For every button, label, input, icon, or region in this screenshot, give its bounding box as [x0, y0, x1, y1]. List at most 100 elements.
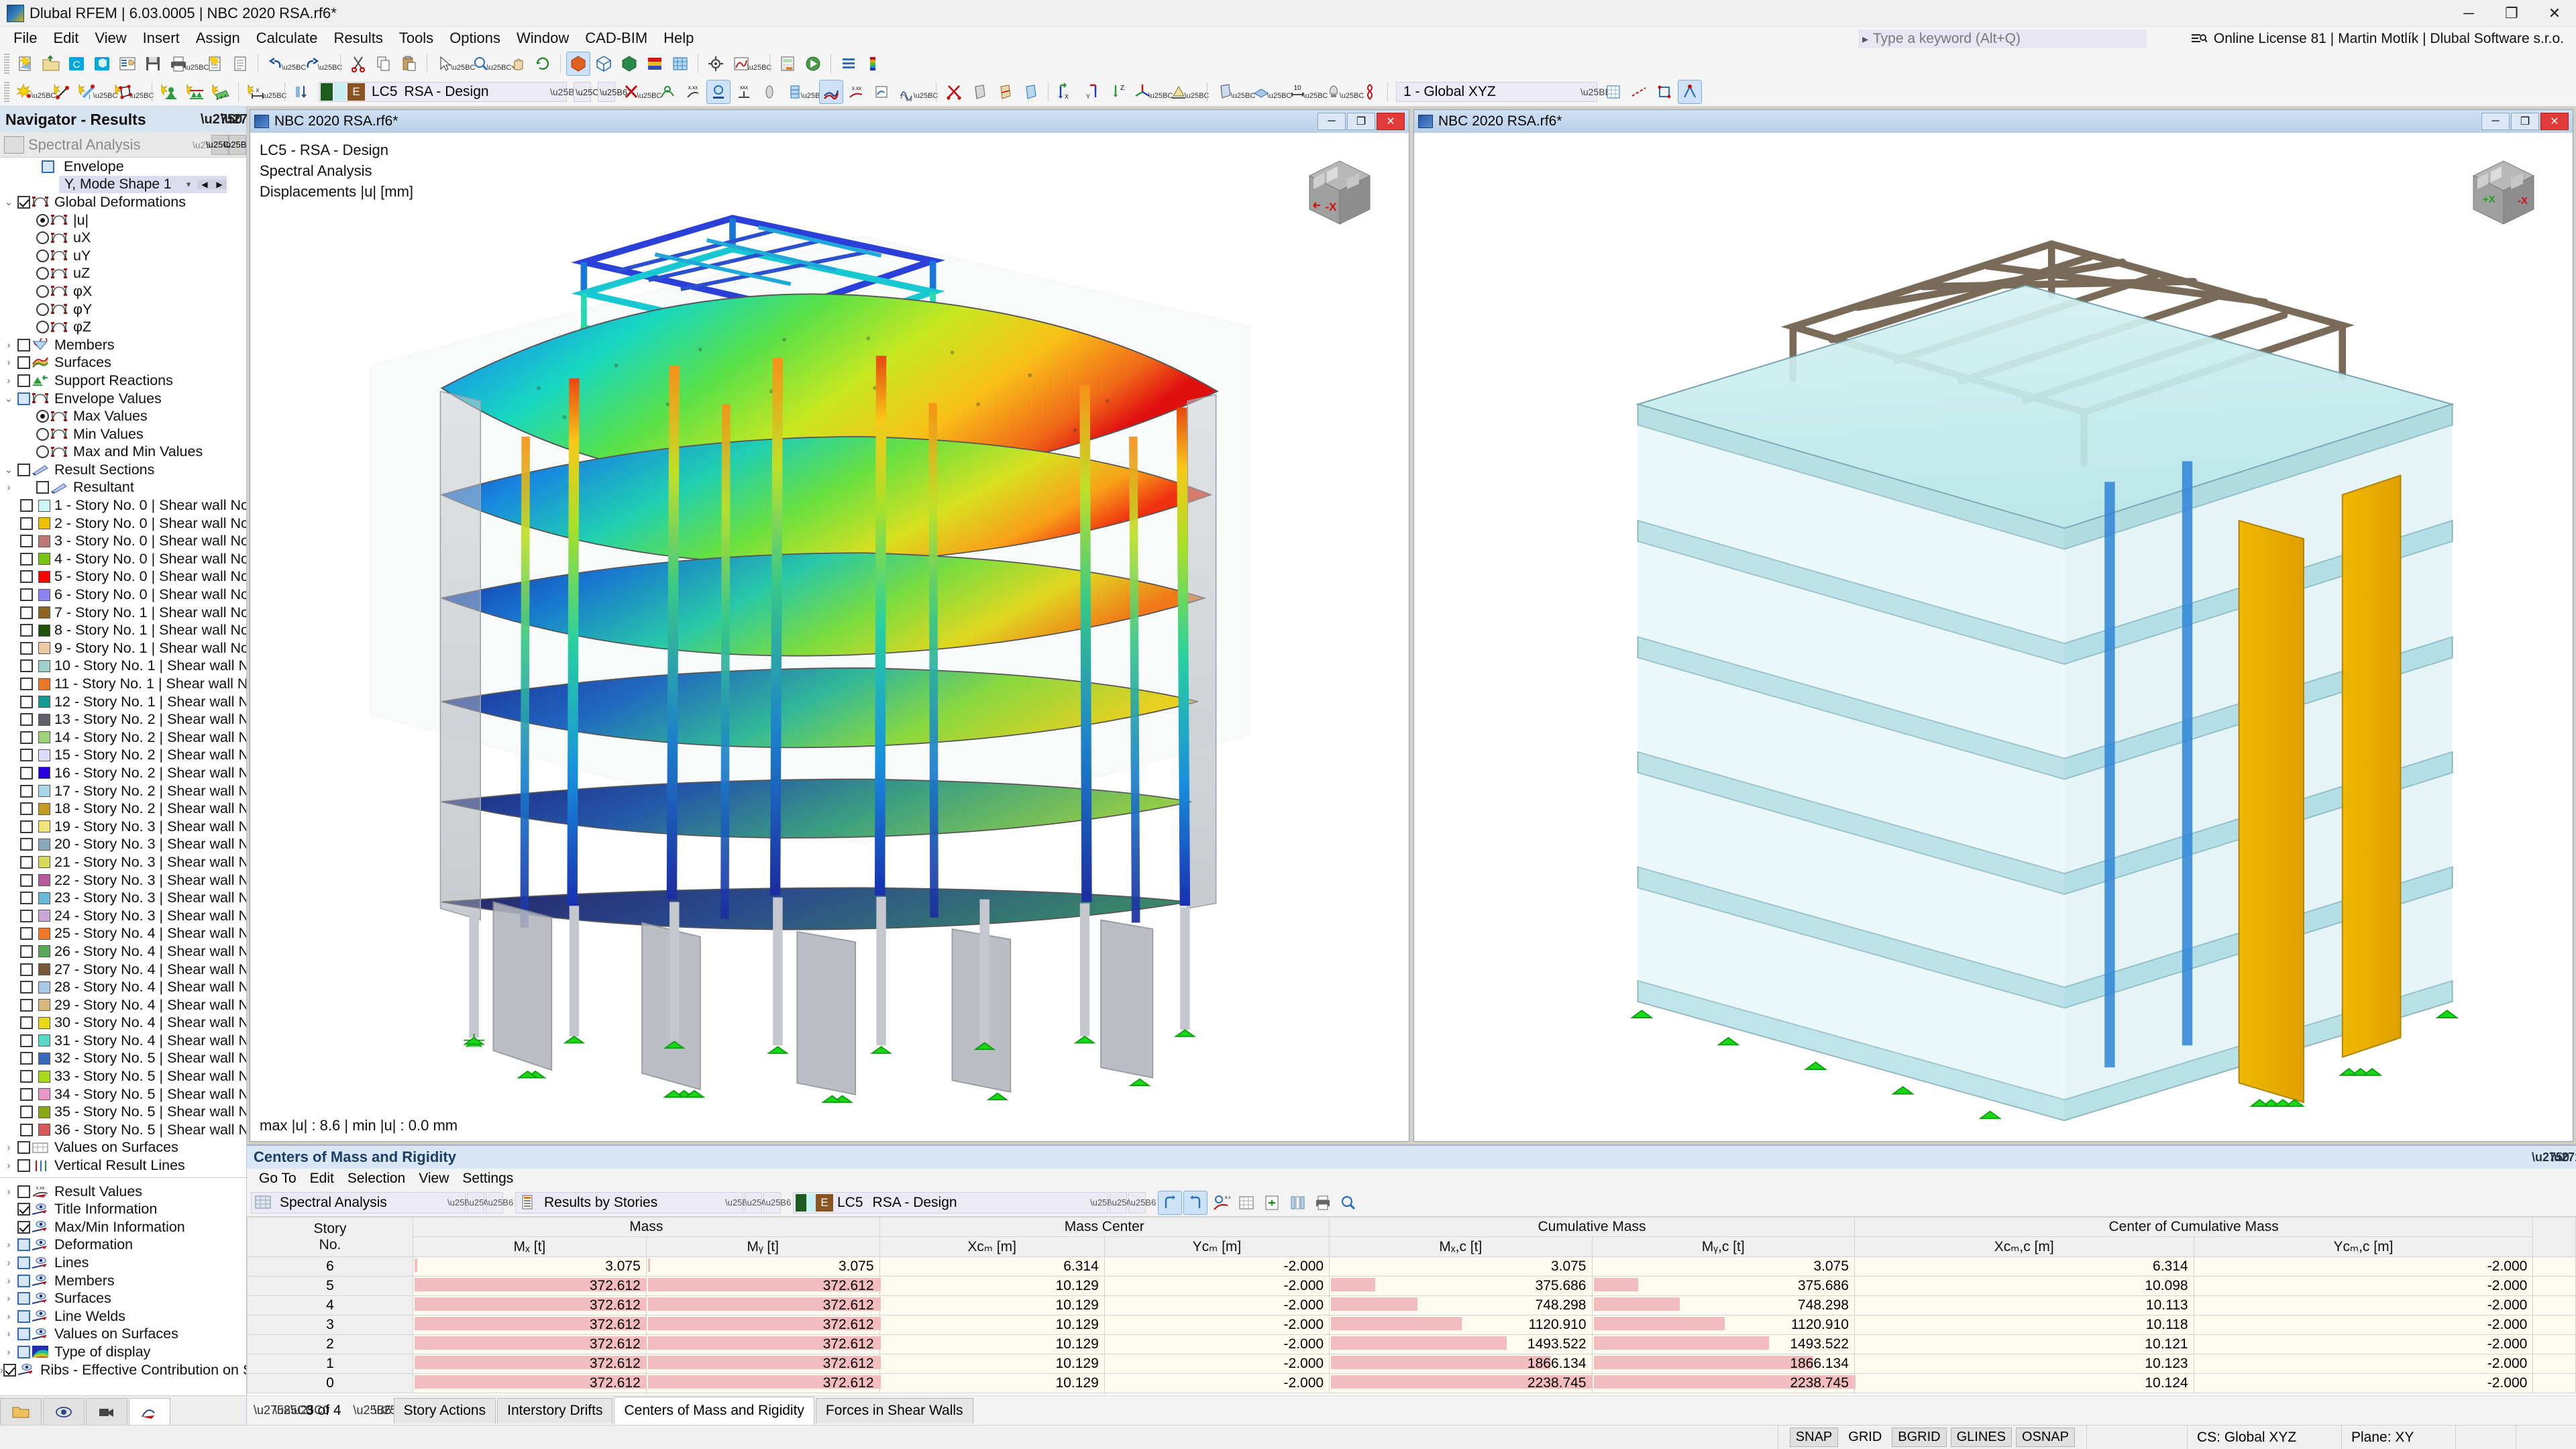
- deformation-scale-icon[interactable]: [819, 80, 843, 104]
- tree-checkbox[interactable]: [20, 855, 33, 869]
- tree-checkbox[interactable]: [17, 1159, 30, 1173]
- result-section-row[interactable]: 5 - Story No. 0 | Shear wall No. 7: [0, 568, 246, 586]
- new-line-icon[interactable]: [50, 80, 74, 104]
- results-dropdown-caret[interactable]: \u25BC: [747, 52, 772, 76]
- view-z-icon[interactable]: Z: [1105, 80, 1129, 104]
- scale-caret[interactable]: \u25BC: [1303, 80, 1328, 104]
- results-table-scroll[interactable]: Story No. Mass Mass Center Cumulative Mass Ce…: [247, 1217, 2576, 1395]
- menu-item-assign[interactable]: Assign: [188, 27, 248, 50]
- result-section-row[interactable]: 21 - Story No. 3 | Shear wall No. 26: [0, 853, 246, 871]
- tree-checkbox[interactable]: [20, 892, 33, 905]
- tree-checkbox[interactable]: [20, 784, 33, 798]
- tree-checkbox[interactable]: [17, 1309, 30, 1323]
- tree-radio[interactable]: [36, 427, 49, 441]
- table-menu-edit[interactable]: Edit: [303, 1171, 341, 1187]
- stories-results-caret[interactable]: \u25BC: [801, 80, 826, 104]
- result-section-row[interactable]: 25 - Story No. 4 | Shear wall No. 31: [0, 925, 246, 943]
- chevron-right-icon[interactable]: ›: [0, 482, 17, 493]
- tree-checkbox[interactable]: [20, 945, 33, 958]
- result-section-row[interactable]: 17 - Story No. 2 | Shear wall No. 21: [0, 782, 246, 800]
- tree-row-max-min-information[interactable]: Max/Min Information: [0, 1218, 246, 1236]
- view-orientation-cube-left[interactable]: -X: [1289, 149, 1390, 243]
- tree-row--u-[interactable]: |u|: [0, 211, 246, 229]
- result-section-row[interactable]: 29 - Story No. 4 | Shear wall No. 35: [0, 996, 246, 1014]
- chevron-right-icon[interactable]: ›: [0, 1275, 17, 1287]
- table-lc-caret[interactable]: \u25BE: [1090, 1197, 1119, 1208]
- load-case-icon[interactable]: [290, 80, 315, 104]
- calculate-icon[interactable]: [775, 52, 800, 76]
- table-show-values-icon[interactable]: x.xx: [1209, 1191, 1233, 1215]
- solid-view-caret[interactable]: \u25BC: [1231, 80, 1256, 104]
- result-section-row[interactable]: 8 - Story No. 1 | Shear wall No. 11: [0, 621, 246, 639]
- result-section-row[interactable]: 3 - Story No. 0 | Shear wall No. 4: [0, 532, 246, 550]
- viewport-right-restore[interactable]: ❐: [2511, 113, 2539, 130]
- toolbar-gripper[interactable]: [4, 82, 9, 102]
- result-section-row[interactable]: 19 - Story No. 3 | Shear wall No. 24: [0, 818, 246, 836]
- table-results-caret[interactable]: \u25BE: [725, 1197, 754, 1208]
- calculate-all-icon[interactable]: [801, 52, 825, 76]
- coordinate-system-combo[interactable]: 1 - Global XYZ \u25BE: [1396, 82, 1611, 102]
- line-support-icon[interactable]: [183, 80, 207, 104]
- chevron-right-icon[interactable]: ›: [0, 1160, 17, 1171]
- tree-row-max-and-min-values[interactable]: Max and Min Values: [0, 443, 246, 462]
- tree-checkbox[interactable]: [20, 981, 33, 994]
- rsection-icon[interactable]: [90, 52, 114, 76]
- result-section-row[interactable]: 11 - Story No. 1 | Shear wall No. 14: [0, 675, 246, 693]
- print-dropdown-caret[interactable]: \u25BC: [184, 52, 209, 76]
- load-case-combo[interactable]: E LC5 RSA - Design \u25BE: [319, 82, 581, 102]
- view-y-icon[interactable]: Y: [1079, 80, 1104, 104]
- object-snap-icon[interactable]: [1652, 80, 1676, 104]
- tree-checkbox[interactable]: [20, 766, 33, 780]
- surface-results-icon[interactable]: [706, 80, 731, 104]
- tree-row-values-on-surfaces[interactable]: › Values on Surfaces: [0, 1139, 246, 1157]
- load-case-prev-button[interactable]: \u25C0: [574, 82, 604, 102]
- coordinate-system-caret[interactable]: \u25BE: [1580, 87, 1611, 97]
- chevron-right-icon[interactable]: ›: [0, 1346, 17, 1358]
- tree-radio[interactable]: [36, 303, 49, 316]
- tree-row-envelope-values[interactable]: ⌄ Envelope Values: [0, 390, 246, 408]
- maximize-button[interactable]: ❐: [2490, 0, 2533, 27]
- viewport-left-minimize[interactable]: ─: [1318, 113, 1346, 130]
- result-section-row[interactable]: 34 - Story No. 5 | Shear wall No. 41: [0, 1085, 246, 1104]
- result-section-row[interactable]: 18 - Story No. 2 | Shear wall No. 22: [0, 800, 246, 818]
- chevron-right-icon[interactable]: ›: [0, 1142, 17, 1153]
- snap-enabled-icon[interactable]: [1678, 80, 1702, 104]
- menu-item-cad-bim[interactable]: CAD-BIM: [577, 27, 655, 50]
- new-printout-report-icon[interactable]: [203, 52, 227, 76]
- table-menu-view[interactable]: View: [412, 1171, 455, 1187]
- result-section-row[interactable]: 2 - Story No. 0 | Shear wall No. 2: [0, 515, 246, 533]
- navigator-float-icon[interactable]: \u2750: [201, 112, 242, 127]
- model-vibration-icon[interactable]: [1358, 80, 1382, 104]
- result-section-row[interactable]: 22 - Story No. 3 | Shear wall No. 27: [0, 871, 246, 890]
- tree-row-surfaces[interactable]: › Surfaces: [0, 354, 246, 372]
- tree-row-lines[interactable]: › Lines: [0, 1254, 246, 1272]
- tree-checkbox[interactable]: [20, 1106, 33, 1119]
- table-filter-left-icon[interactable]: [1158, 1190, 1182, 1215]
- result-section-row[interactable]: 36 - Story No. 5 | Shear wall No. 43: [0, 1121, 246, 1139]
- tree-checkbox[interactable]: [20, 1070, 33, 1083]
- tree-radio[interactable]: [36, 249, 49, 262]
- tree-row-vertical-result-lines[interactable]: › Vertical Result Lines: [0, 1157, 246, 1175]
- tree-checkbox[interactable]: [20, 624, 33, 637]
- copy-icon[interactable]: [372, 52, 396, 76]
- tree-checkbox[interactable]: [20, 678, 33, 691]
- flat-view-caret[interactable]: \u25BC: [1267, 80, 1292, 104]
- viewport-left-close[interactable]: ✕: [1377, 113, 1405, 130]
- navigator-analysis-combo[interactable]: Spectral Analysis \u25BE \u25C0 \u25B6: [0, 132, 252, 158]
- tree-checkbox[interactable]: [17, 1141, 30, 1155]
- view-x-icon[interactable]: X: [1054, 80, 1078, 104]
- navigator-close-icon[interactable]: \u2715: [221, 112, 262, 127]
- paste-icon[interactable]: [397, 52, 421, 76]
- tree-row-ux[interactable]: uX: [0, 229, 246, 247]
- new-model-icon[interactable]: [13, 52, 38, 76]
- result-section-row[interactable]: 28 - Story No. 4 | Shear wall No. 34: [0, 978, 246, 996]
- dimension-caret[interactable]: \u25BC: [262, 80, 287, 104]
- rotate-view-icon[interactable]: [531, 52, 555, 76]
- tree-checkbox[interactable]: [17, 356, 30, 370]
- table-row[interactable]: 5 372.612 372.612 10.129 -2.000 375.686 375.68…: [247, 1276, 2576, 1296]
- close-button[interactable]: ✕: [2533, 0, 2576, 27]
- status-toggle-grid[interactable]: GRID: [1842, 1428, 1888, 1447]
- table-lc-prev[interactable]: \u25C0: [1110, 1191, 1138, 1214]
- tree-row-result-sections[interactable]: ⌄ Result Sections: [0, 461, 246, 479]
- tree-checkbox[interactable]: [17, 1292, 30, 1305]
